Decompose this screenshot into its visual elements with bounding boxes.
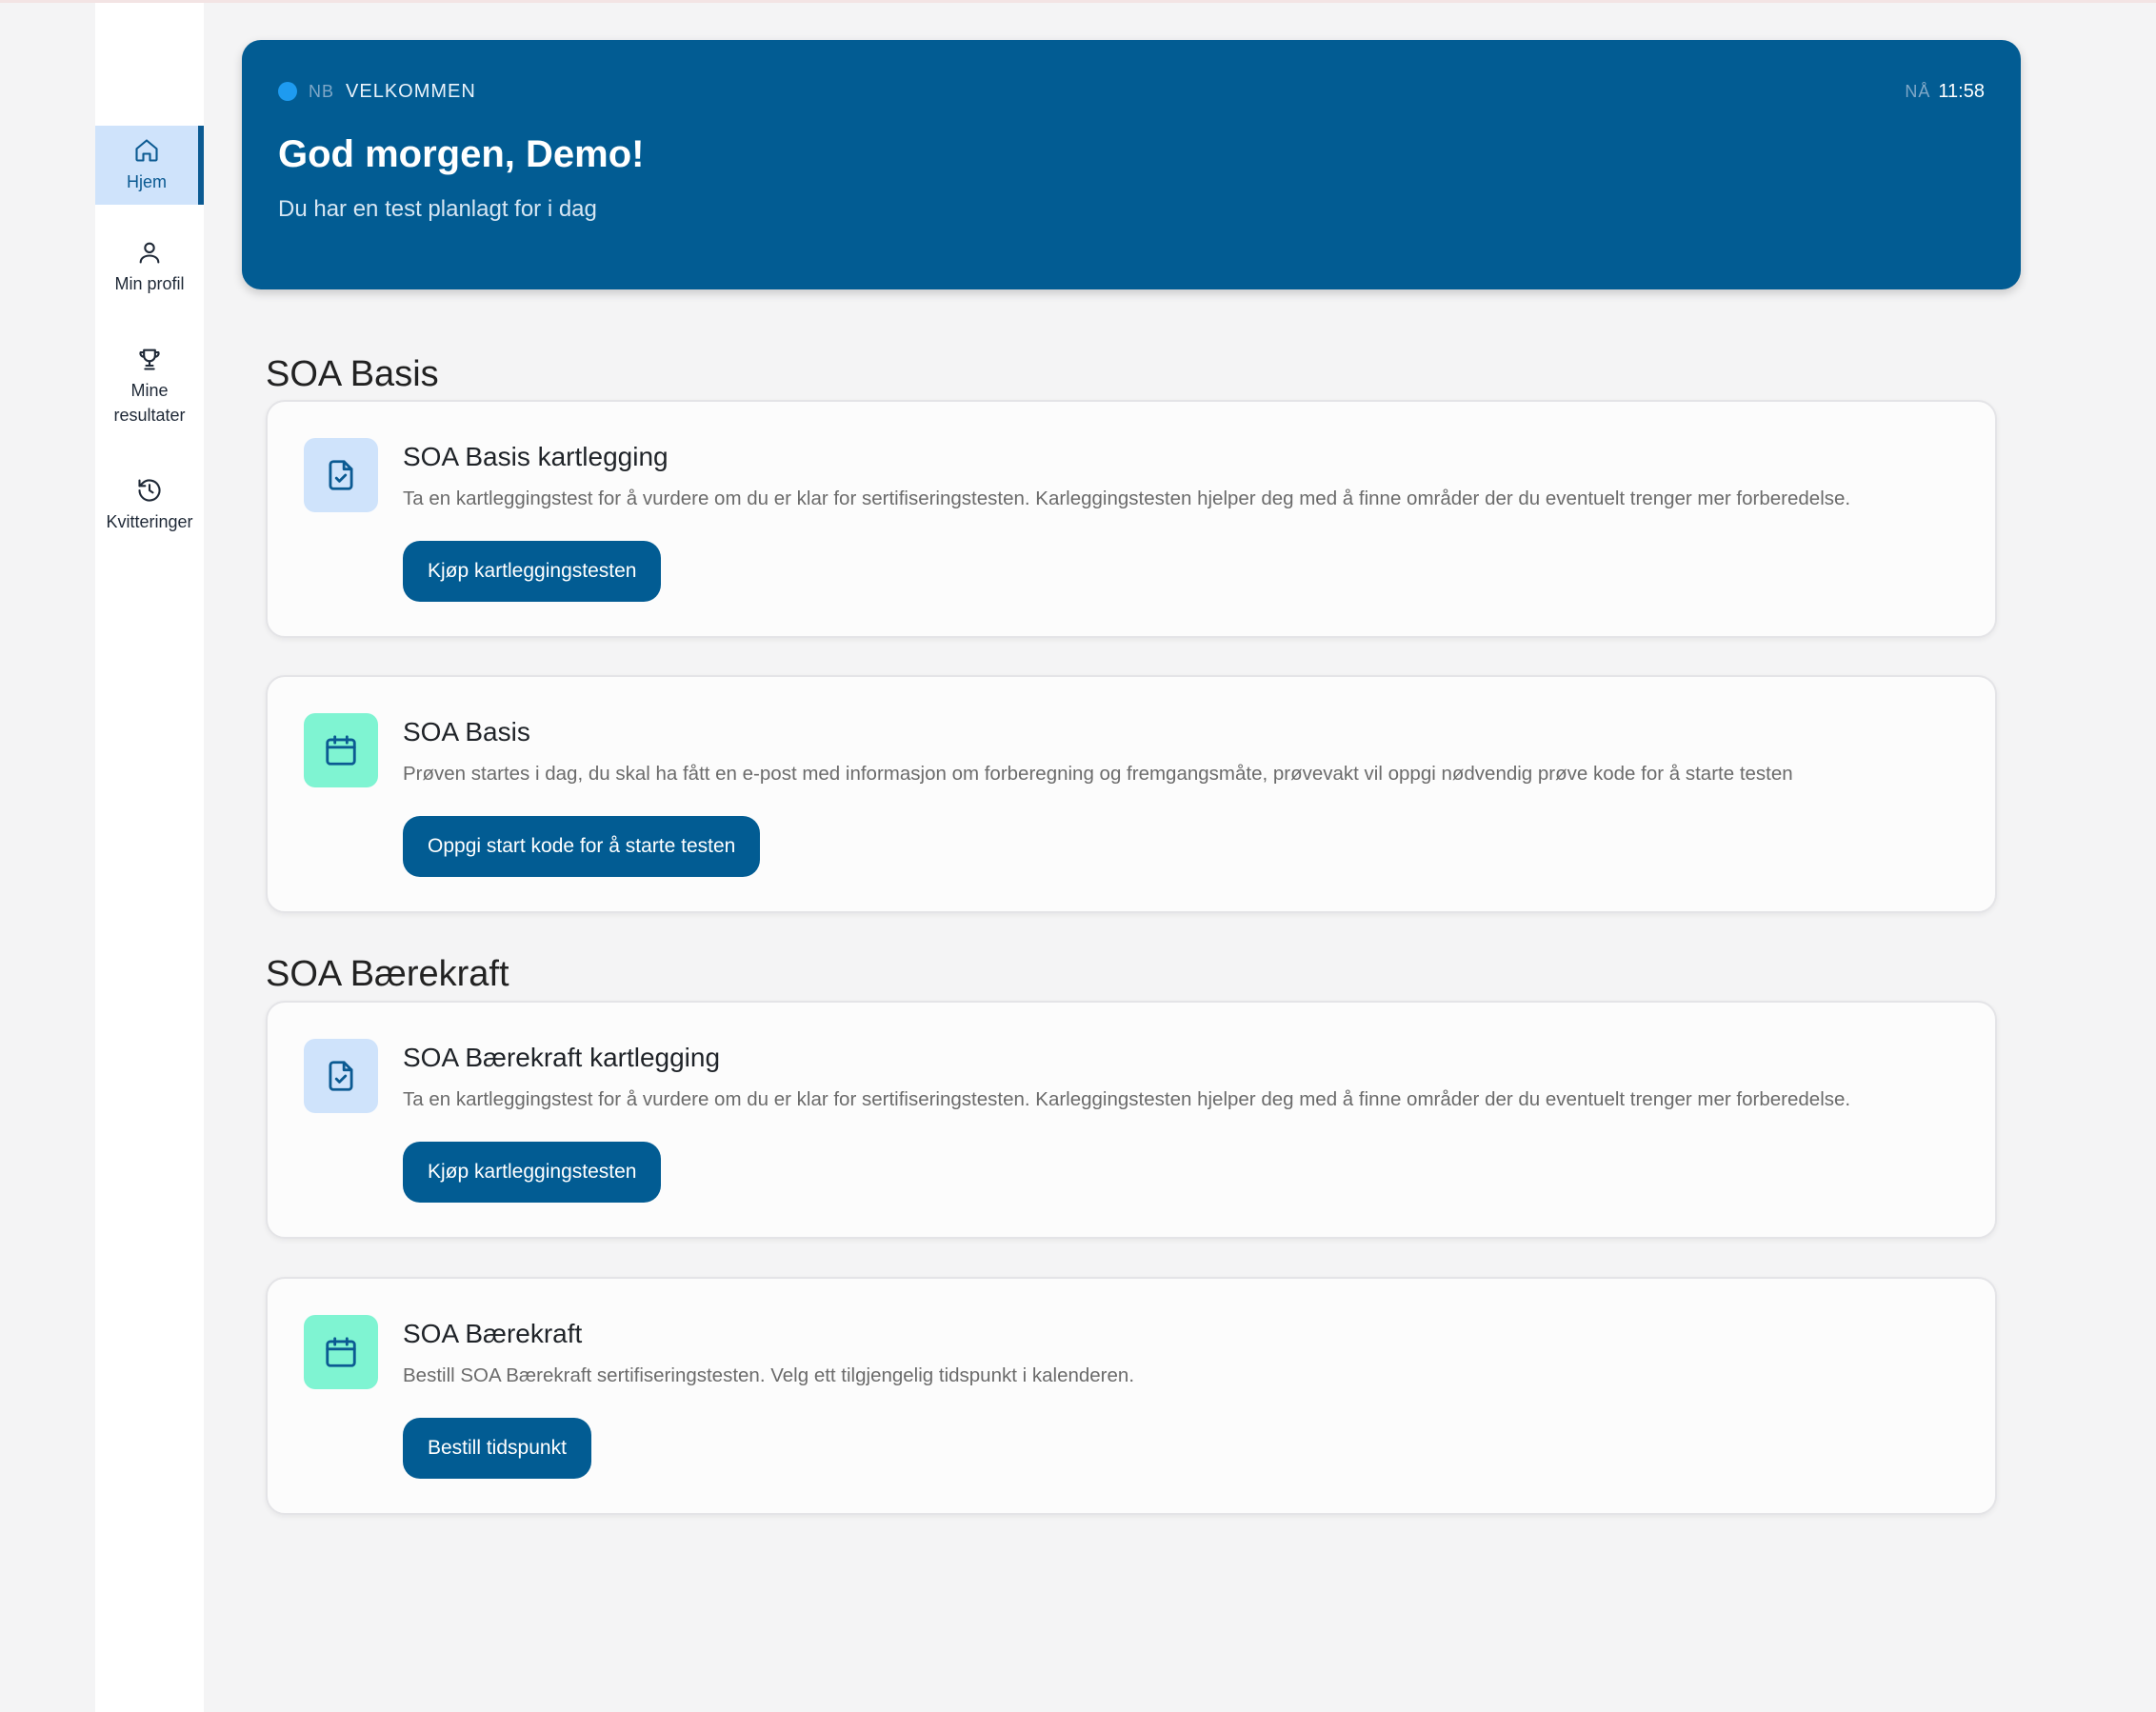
status-dot bbox=[278, 82, 297, 101]
card-description: Ta en kartleggingstest for å vurdere om … bbox=[403, 1088, 1851, 1110]
book-time-button[interactable]: Bestill tidspunkt bbox=[403, 1418, 591, 1479]
card-baerekraft-test: SOA Bærekraft Bestill SOA Bærekraft sert… bbox=[266, 1277, 1997, 1515]
user-icon bbox=[139, 242, 160, 264]
trophy-icon bbox=[139, 348, 160, 370]
section-title-baerekraft: SOA Bærekraft bbox=[266, 954, 509, 994]
calendar-icon bbox=[326, 735, 356, 766]
banner-header: NB VELKOMMEN bbox=[278, 78, 476, 105]
document-check-icon bbox=[329, 1061, 353, 1091]
sidebar-item-results[interactable]: Mine resultater bbox=[95, 334, 204, 439]
greeting-subtitle: Du har en test planlagt for i dag bbox=[278, 196, 597, 222]
calendar-icon bbox=[326, 1337, 356, 1367]
card-title: SOA Bærekraft bbox=[403, 1319, 583, 1348]
home-icon bbox=[135, 138, 158, 162]
card-description: Ta en kartleggingstest for å vurdere om … bbox=[403, 488, 1851, 509]
section-title-basis: SOA Basis bbox=[266, 354, 439, 394]
welcome-banner: NB VELKOMMEN NÅ 11:58 God morgen, Demo! … bbox=[242, 40, 2021, 289]
greeting-title: God morgen, Demo! bbox=[278, 133, 645, 175]
card-icon-container bbox=[304, 438, 378, 512]
card-icon-container bbox=[304, 1039, 378, 1113]
card-icon-container bbox=[304, 1315, 378, 1389]
time-value: 11:58 bbox=[1938, 80, 1985, 102]
sidebar-item-receipts[interactable]: Kvitteringer bbox=[95, 468, 204, 544]
welcome-label: VELKOMMEN bbox=[346, 80, 476, 102]
sidebar-item-label: Kvitteringer bbox=[106, 512, 193, 531]
enter-start-code-button[interactable]: Oppgi start kode for å starte testen bbox=[403, 816, 761, 877]
card-description: Bestill SOA Bærekraft sertifiseringstest… bbox=[403, 1364, 1135, 1386]
document-check-icon bbox=[329, 460, 353, 490]
sidebar-item-label: Hjem bbox=[126, 171, 167, 191]
sidebar-item-label: Min profil bbox=[114, 274, 185, 293]
time-prefix: NÅ bbox=[1905, 81, 1931, 101]
language-tag: NB bbox=[309, 81, 335, 101]
card-icon-container bbox=[304, 713, 378, 787]
card-title: SOA Basis bbox=[403, 717, 530, 747]
card-basis-kartlegging: SOA Basis kartlegging Ta en kartleggings… bbox=[266, 400, 1997, 638]
history-icon bbox=[138, 479, 161, 502]
buy-assessment-button[interactable]: Kjøp kartleggingstesten bbox=[403, 541, 662, 602]
sidebar-item-home[interactable]: Hjem bbox=[95, 126, 204, 205]
card-title: SOA Bærekraft kartlegging bbox=[403, 1043, 721, 1072]
sidebar-item-label: Mine resultater bbox=[113, 381, 186, 425]
card-title: SOA Basis kartlegging bbox=[403, 442, 669, 471]
sidebar: Hjem Min profil Mine resultater Kvitteri… bbox=[95, 3, 204, 1712]
current-time: NÅ 11:58 bbox=[1905, 78, 1985, 105]
card-baerekraft-kartlegging: SOA Bærekraft kartlegging Ta en kartlegg… bbox=[266, 1001, 1997, 1239]
card-description: Prøven startes i dag, du skal ha fått en… bbox=[403, 763, 1793, 785]
top-border bbox=[0, 0, 2156, 3]
sidebar-item-profile[interactable]: Min profil bbox=[95, 228, 204, 308]
buy-assessment-button[interactable]: Kjøp kartleggingstesten bbox=[403, 1142, 662, 1203]
card-basis-test: SOA Basis Prøven startes i dag, du skal … bbox=[266, 675, 1997, 913]
